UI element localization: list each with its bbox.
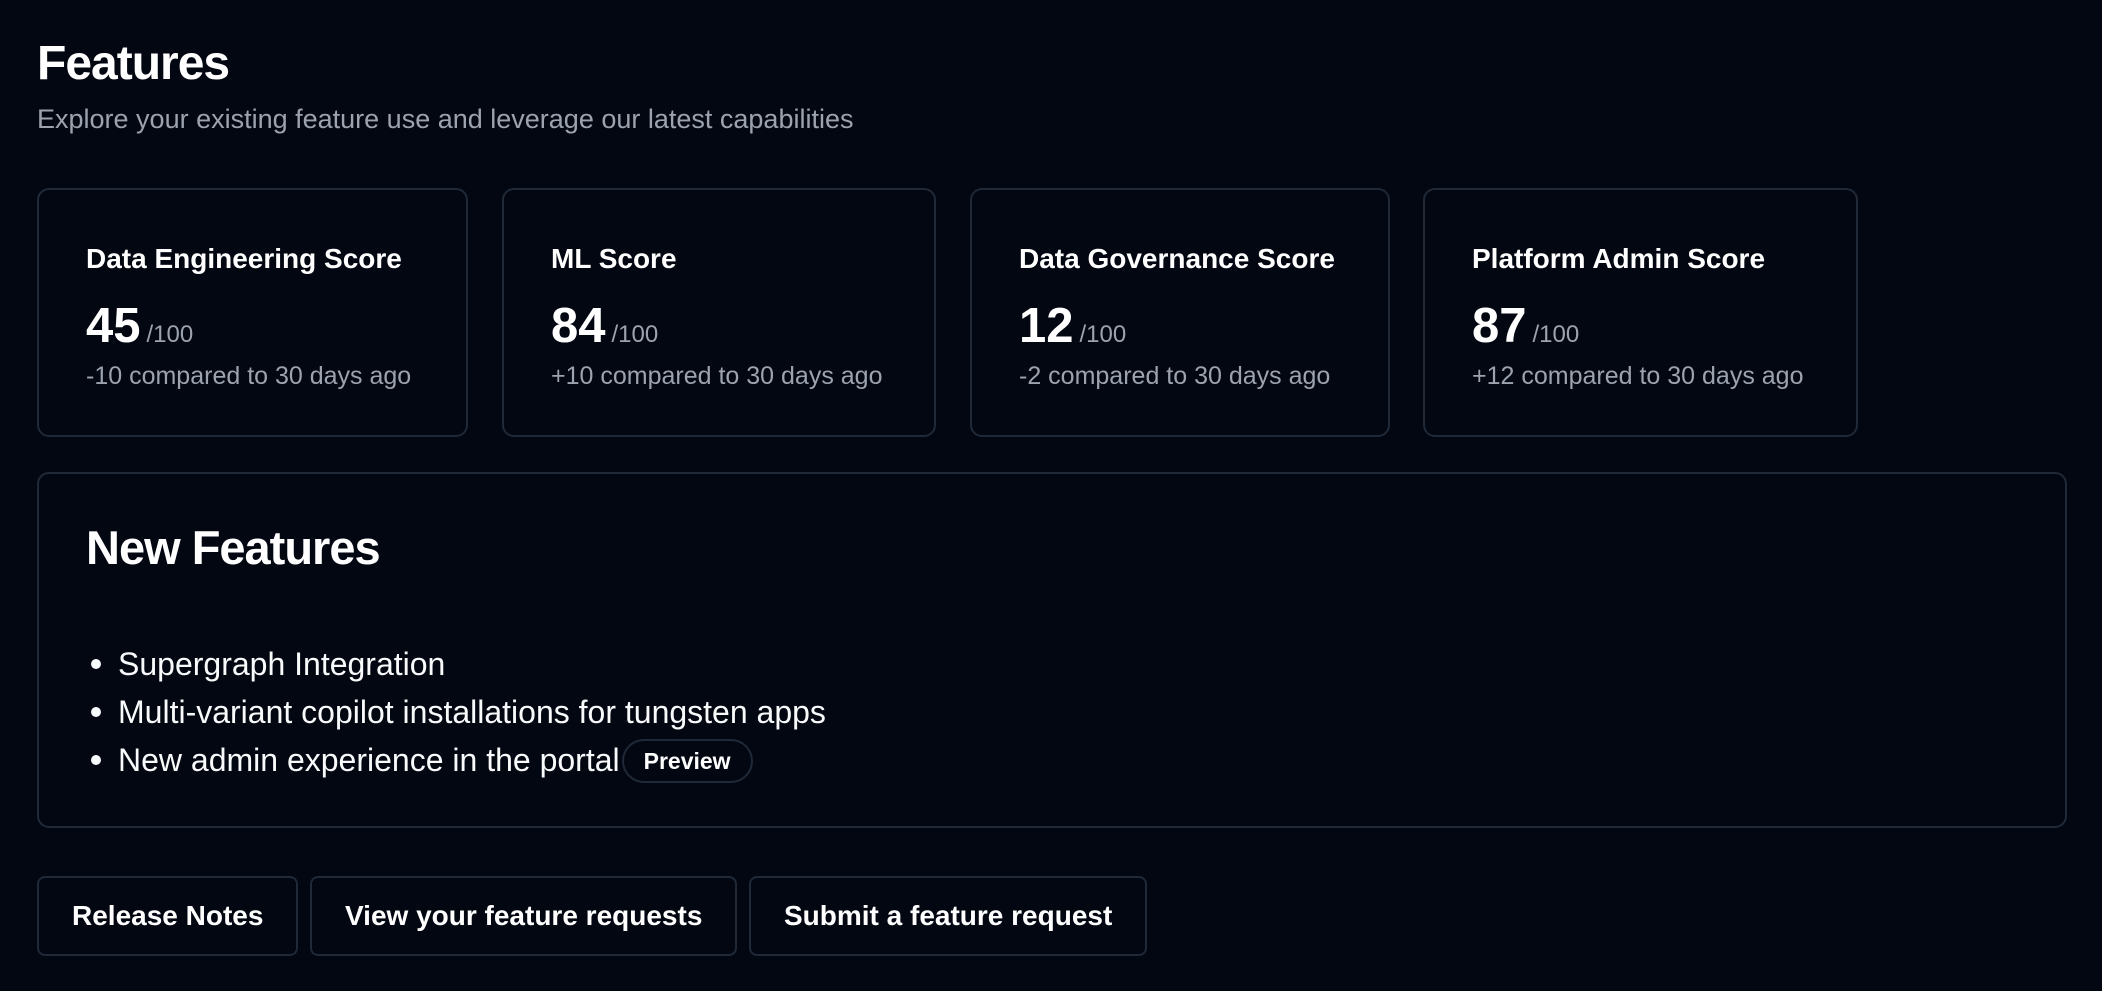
feature-label: New admin experience in the portal — [118, 742, 620, 778]
score-value-row: 45/100 — [86, 298, 193, 354]
score-card-data-engineering: Data Engineering Score 45/100 -10 compar… — [37, 188, 468, 437]
score-value: 87 — [1472, 299, 1527, 353]
score-card-data-governance: Data Governance Score 12/100 -2 compared… — [970, 188, 1390, 437]
score-value: 84 — [551, 299, 606, 353]
bullet-icon — [91, 659, 101, 669]
feature-label: Supergraph Integration — [118, 646, 446, 682]
preview-badge: Preview — [621, 738, 753, 783]
score-value-row: 12/100 — [1019, 298, 1126, 354]
new-features-list: Supergraph Integration Multi-variant cop… — [86, 640, 826, 784]
score-card-title: Data Engineering Score — [86, 243, 402, 274]
score-value-row: 84/100 — [551, 298, 658, 354]
score-card-platform-admin: Platform Admin Score 87/100 +12 compared… — [1423, 188, 1858, 437]
score-value: 45 — [86, 299, 141, 353]
score-card-title: ML Score — [551, 243, 677, 274]
score-delta: +10 compared to 30 days ago — [551, 362, 883, 390]
score-card-title: Data Governance Score — [1019, 243, 1335, 274]
submit-feature-request-button[interactable]: Submit a feature request — [749, 876, 1148, 956]
feature-label: Multi-variant copilot installations for … — [118, 694, 826, 730]
new-features-title: New Features — [86, 521, 381, 574]
score-delta: -2 compared to 30 days ago — [1019, 362, 1331, 390]
score-value-row: 87/100 — [1472, 298, 1579, 354]
page-title: Features — [37, 37, 230, 90]
bullet-icon — [91, 707, 101, 717]
score-delta: -10 compared to 30 days ago — [86, 362, 412, 390]
score-max: /100 — [1532, 321, 1580, 348]
score-card-ml: ML Score 84/100 +10 compared to 30 days … — [502, 188, 936, 437]
list-item: Multi-variant copilot installations for … — [86, 688, 826, 736]
score-max: /100 — [1079, 321, 1127, 348]
view-feature-requests-button[interactable]: View your feature requests — [310, 876, 738, 956]
list-item: Supergraph Integration — [86, 640, 826, 688]
score-card-title: Platform Admin Score — [1472, 243, 1766, 274]
score-value: 12 — [1019, 299, 1074, 353]
score-max: /100 — [146, 321, 194, 348]
release-notes-button[interactable]: Release Notes — [37, 876, 299, 956]
bullet-icon — [91, 755, 101, 765]
score-delta: +12 compared to 30 days ago — [1472, 362, 1804, 390]
score-max: /100 — [611, 321, 659, 348]
page-subtitle: Explore your existing feature use and le… — [37, 104, 854, 134]
new-features-card: New Features Supergraph Integration Mult… — [37, 472, 2067, 828]
list-item: New admin experience in the portal Previe… — [86, 736, 826, 784]
